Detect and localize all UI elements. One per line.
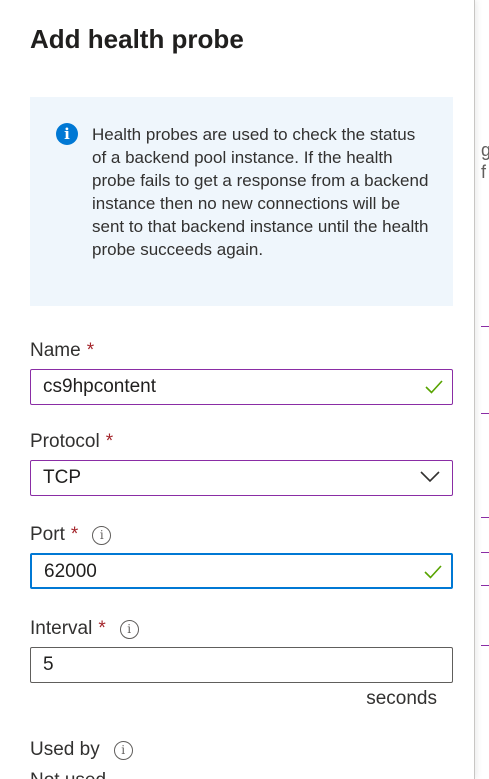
add-health-probe-panel: Add health probe i Health probes are use… (0, 0, 475, 779)
protocol-label-text: Protocol (30, 431, 100, 452)
background-text-fragment: g (481, 140, 489, 160)
name-label: Name * (30, 340, 94, 362)
check-icon (424, 565, 442, 579)
required-asterisk: * (98, 618, 106, 639)
name-input-value: cs9hpcontent (43, 376, 157, 397)
chevron-down-icon (420, 471, 440, 483)
port-info-icon[interactable]: i (92, 525, 112, 545)
background-divider (481, 552, 489, 553)
interval-label-text: Interval (30, 618, 93, 639)
protocol-dropdown[interactable]: TCP (30, 460, 453, 496)
background-divider (481, 645, 489, 646)
protocol-label: Protocol * (30, 431, 113, 453)
used-by-info-icon[interactable]: i (113, 740, 133, 760)
protocol-selected-value: TCP (43, 467, 81, 488)
background-divider (481, 326, 489, 327)
panel-title: Add health probe (30, 24, 244, 54)
port-label: Port * i (30, 524, 112, 546)
used-by-value: Not used (30, 770, 106, 779)
port-input-value: 62000 (44, 561, 97, 582)
port-input[interactable]: 62000 (30, 553, 453, 589)
check-icon (425, 380, 443, 394)
interval-label: Interval * i (30, 618, 139, 640)
used-by-label: Used by i (30, 739, 133, 761)
name-input[interactable]: cs9hpcontent (30, 369, 453, 405)
interval-unit-label: seconds (366, 688, 437, 709)
required-asterisk: * (86, 340, 95, 361)
required-asterisk: * (70, 524, 79, 545)
port-label-text: Port (30, 524, 65, 545)
interval-input[interactable]: 5 (30, 647, 453, 683)
interval-input-value: 5 (43, 654, 54, 675)
info-icon: i (56, 123, 78, 145)
background-divider (481, 585, 489, 586)
screen: g f Add health probe i Health probes are… (0, 0, 489, 779)
background-divider (481, 517, 489, 518)
interval-info-icon[interactable]: i (119, 619, 139, 639)
background-divider (481, 413, 489, 414)
background-text-fragment: f (481, 162, 487, 182)
name-label-text: Name (30, 340, 81, 361)
required-asterisk: * (105, 431, 114, 452)
used-by-label-text: Used by (30, 739, 100, 760)
info-message-text: Health probes are used to check the stat… (92, 125, 429, 259)
info-message-bar: i Health probes are used to check the st… (30, 97, 453, 306)
background-blade: g f (475, 0, 489, 779)
